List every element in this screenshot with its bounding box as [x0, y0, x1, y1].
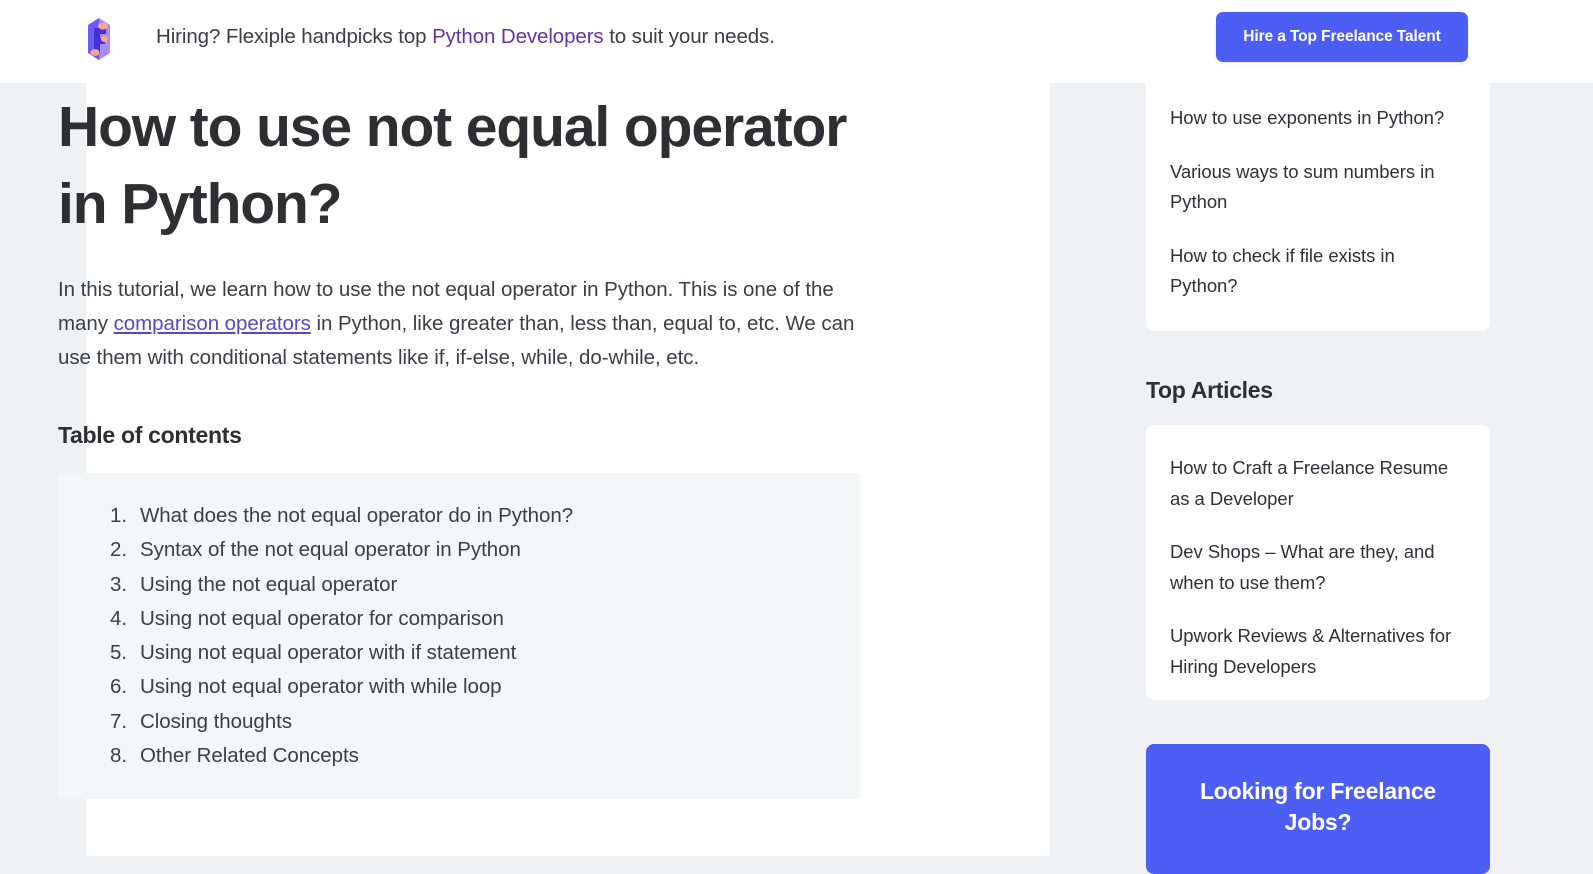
list-item[interactable]: How to Craft a Freelance Resume as a Dev… [1170, 453, 1464, 514]
hire-top-freelance-talent-button[interactable]: Hire a Top Freelance Talent [1216, 12, 1468, 62]
list-item[interactable]: Using not equal operator for comparison [110, 602, 861, 637]
tagline-text-before: Hiring? Flexiple handpicks top [156, 25, 433, 48]
related-articles-card: How to use exponents in Python? Various … [1146, 75, 1490, 331]
list-item[interactable]: Syntax of the not equal operator in Pyth… [110, 533, 861, 568]
top-header-bar: Hiring? Flexiple handpicks top Python De… [0, 0, 1593, 83]
freelance-jobs-cta-card[interactable]: Looking for Freelance Jobs? [1146, 744, 1490, 874]
page-title: How to use not equal operator in Python? [58, 95, 847, 236]
tagline-text-after: to suit your needs. [603, 25, 775, 48]
list-item[interactable]: What does the not equal operator do in P… [110, 499, 861, 534]
list-item[interactable]: How to check if file exists in Python? [1170, 241, 1464, 302]
article-body: How to use not equal operator in Python?… [58, 83, 888, 800]
python-developers-link[interactable]: Python Developers [432, 25, 604, 48]
list-item[interactable]: Using the not equal operator [110, 568, 861, 603]
top-articles-card: How to Craft a Freelance Resume as a Dev… [1146, 425, 1490, 700]
intro-paragraph: In this tutorial, we learn how to use th… [58, 243, 888, 375]
list-item[interactable]: How to use exponents in Python? [1170, 103, 1464, 134]
list-item[interactable]: Dev Shops – What are they, and when to u… [1170, 537, 1464, 598]
top-articles-heading: Top Articles [1146, 377, 1273, 403]
list-item[interactable]: Using not equal operator with if stateme… [110, 636, 861, 671]
flexiple-f-logo-icon[interactable] [84, 16, 114, 62]
list-item[interactable]: Other Related Concepts [110, 739, 861, 774]
comparison-operators-link[interactable]: comparison operators [114, 312, 311, 335]
list-item[interactable]: Upwork Reviews & Alternatives for Hiring… [1170, 621, 1464, 682]
table-of-contents-box: What does the not equal operator do in P… [58, 473, 861, 800]
list-item[interactable]: Using not equal operator with while loop [110, 670, 861, 705]
table-of-contents-heading: Table of contents [58, 422, 242, 448]
header-tagline: Hiring? Flexiple handpicks top Python De… [156, 25, 775, 49]
list-item[interactable]: Various ways to sum numbers in Python [1170, 157, 1464, 218]
page-root: Hiring? Flexiple handpicks top Python De… [0, 0, 1593, 874]
table-of-contents-list: What does the not equal operator do in P… [58, 499, 861, 774]
list-item[interactable]: Closing thoughts [110, 705, 861, 740]
cta-title: Looking for Freelance Jobs? [1199, 778, 1437, 835]
